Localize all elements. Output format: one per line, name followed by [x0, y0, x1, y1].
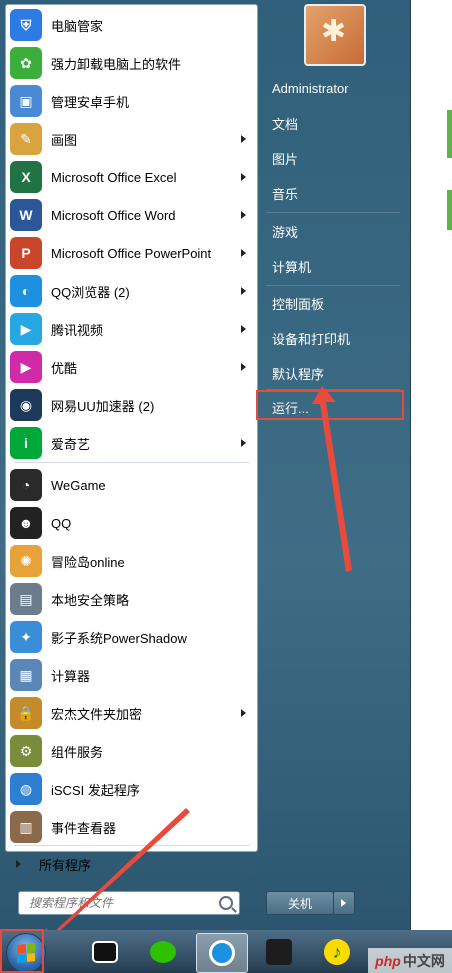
watermark-brand: php	[375, 952, 401, 969]
wechat-icon	[150, 941, 176, 963]
taskbar-qq-browser-button[interactable]	[196, 933, 248, 973]
taskbar-video-call-button[interactable]	[80, 933, 130, 971]
red-arrow-to-run	[312, 386, 352, 572]
media-app-icon	[266, 939, 292, 965]
annotation-arrows	[40, 386, 352, 948]
watermark-site: 中文网	[402, 952, 445, 969]
taskbar-music-button[interactable]: ♪	[312, 933, 362, 971]
start-highlight-box	[0, 929, 44, 973]
qq-browser-icon	[209, 940, 235, 966]
red-arrow-to-start	[40, 808, 190, 948]
taskbar-wechat-button[interactable]	[138, 933, 188, 971]
watermark: php 中文网	[368, 948, 452, 973]
camera-icon	[92, 941, 118, 963]
taskbar-media-button[interactable]	[254, 933, 304, 971]
music-note-icon: ♪	[324, 939, 350, 965]
